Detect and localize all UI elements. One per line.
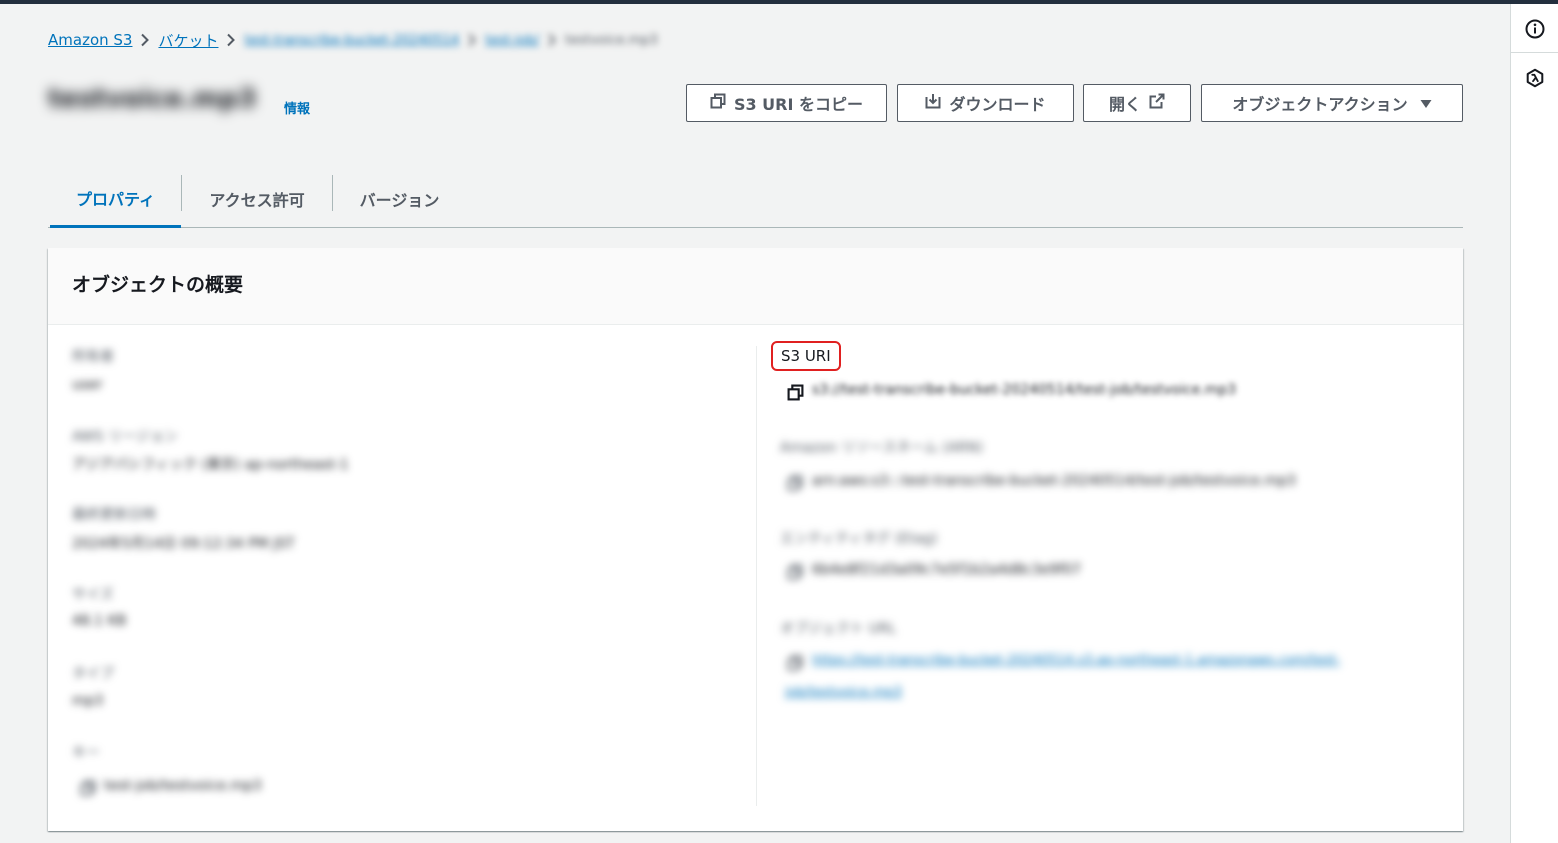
copy-icon[interactable]: [785, 382, 805, 402]
copy-icon: [710, 93, 726, 113]
last-modified-label: 最終更新日時: [72, 507, 156, 523]
open-button[interactable]: 開く: [1083, 84, 1191, 122]
external-link-icon: [1149, 93, 1165, 113]
arn-value: arn:aws:s3:::test-transcribe-bucket-2024…: [812, 473, 1296, 489]
breadcrumb-current-object: testvoice.mp3: [565, 32, 658, 48]
object-url-link[interactable]: https://test-transcribe-bucket-20240514.…: [812, 653, 1340, 668]
caret-down-icon: [1420, 94, 1432, 113]
open-label: 開く: [1108, 95, 1141, 114]
object-tabs: プロパティ アクセス許可 バージョン: [48, 170, 1463, 228]
panel-header: オブジェクトの概要: [48, 248, 1463, 325]
chevron-right-icon: [539, 29, 565, 51]
rail-divider: [1511, 52, 1558, 53]
object-url-label: オブジェクト URL: [780, 621, 897, 637]
page-title: testvoice.mp3: [48, 84, 257, 114]
s3-uri-value: s3://test-transcribe-bucket-20240514/tes…: [812, 382, 1237, 398]
object-overview-panel: オブジェクトの概要 所有者 user AWS リージョン アジアパシフィック (…: [48, 248, 1463, 831]
region-label: AWS リージョン: [72, 429, 178, 445]
info-icon[interactable]: [1524, 18, 1546, 40]
s3-uri-label: S3 URI: [771, 341, 841, 371]
etag-label: エンティティタグ (Etag): [780, 531, 938, 547]
breadcrumb-buckets[interactable]: バケット: [158, 30, 218, 51]
object-url-link-continued[interactable]: job/testvoice.mp3: [785, 685, 902, 700]
size-label: サイズ: [72, 587, 114, 603]
chevron-right-icon: [132, 29, 158, 51]
right-tools-rail: [1510, 4, 1558, 843]
key-value: test-job/testvoice.mp3: [104, 778, 262, 794]
owner-value: user: [72, 377, 103, 393]
arn-label: Amazon リソースネーム (ARN): [780, 440, 984, 456]
owner-label: 所有者: [72, 349, 114, 365]
tab-versions[interactable]: バージョン: [333, 170, 466, 228]
copy-s3-uri-button[interactable]: S3 URI をコピー: [686, 84, 887, 122]
download-label: ダウンロード: [949, 95, 1046, 114]
copy-icon[interactable]: [785, 562, 805, 582]
last-modified-value: 2024年5月14日 09:12:34 PM JST: [72, 536, 295, 552]
breadcrumb: Amazon S3 バケット test-transcribe-bucket-20…: [48, 29, 658, 51]
lambda-icon[interactable]: [1524, 67, 1546, 89]
info-link[interactable]: 情報: [284, 98, 310, 117]
key-label: キー: [72, 745, 100, 761]
region-value: アジアパシフィック (東京) ap-northeast-1: [72, 457, 349, 473]
panel-title: オブジェクトの概要: [72, 274, 244, 296]
type-value: mp3: [72, 693, 104, 709]
breadcrumb-folder[interactable]: test-job/: [485, 33, 539, 48]
download-button[interactable]: ダウンロード: [897, 84, 1074, 122]
copy-icon[interactable]: [78, 778, 98, 798]
type-label: タイプ: [72, 666, 114, 682]
download-icon: [925, 93, 941, 113]
object-actions-dropdown[interactable]: オブジェクトアクション: [1201, 84, 1463, 122]
copy-s3-uri-label: S3 URI をコピー: [733, 95, 864, 114]
breadcrumb-amazon-s3[interactable]: Amazon S3: [48, 31, 132, 49]
etag-value: 6b4e8f21d3a09c7e5f1b2a4d8c3e9f07: [812, 562, 1082, 578]
breadcrumb-bucket-name[interactable]: test-transcribe-bucket-20240514: [244, 33, 459, 48]
copy-icon[interactable]: [785, 473, 805, 493]
size-value: 48.1 KB: [72, 613, 127, 629]
chevron-right-icon: [218, 29, 244, 51]
tab-properties[interactable]: プロパティ: [50, 170, 181, 228]
chevron-right-icon: [459, 29, 485, 51]
object-actions-label: オブジェクトアクション: [1232, 95, 1408, 114]
top-bar: [0, 0, 1558, 4]
column-divider: [756, 346, 757, 806]
copy-icon[interactable]: [785, 653, 805, 673]
tab-permissions[interactable]: アクセス許可: [182, 170, 332, 228]
